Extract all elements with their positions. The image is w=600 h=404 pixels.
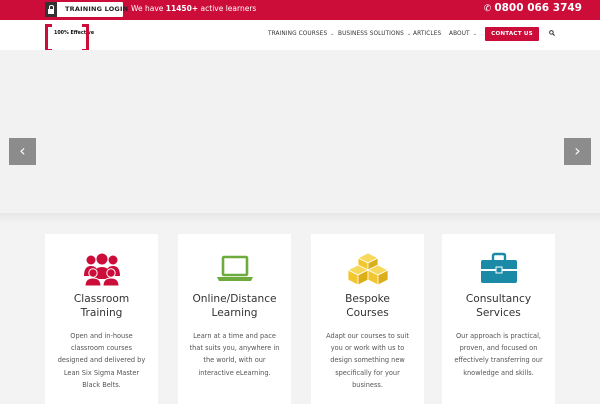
active-learners-text: We have 11450+ active learners xyxy=(131,4,257,13)
card-description: Open and in-house classroom courses design… xyxy=(57,332,146,389)
nav-business-solutions[interactable]: BUSINESS SOLUTIONS ⌄ xyxy=(338,31,411,37)
slider-prev-button[interactable]: ‹ xyxy=(9,138,36,165)
card-title: Online/Distance Learning xyxy=(192,293,277,319)
top-bar: TRAINING LOGIN We have 11450+ active lea… xyxy=(0,0,600,20)
learners-count: 11450+ xyxy=(165,4,199,13)
card-description: Our approach is practical, proven, and fo… xyxy=(454,332,543,377)
chevron-left-icon: ‹ xyxy=(19,141,26,160)
lock-icon xyxy=(45,2,57,17)
hero-slider: ‹ › xyxy=(0,50,600,213)
logo[interactable]: 100% Effective xyxy=(45,24,94,52)
search-icon[interactable] xyxy=(549,30,555,36)
phone-number[interactable]: ✆ 0800 066 3749 xyxy=(484,2,582,14)
card-title: Classroom Training xyxy=(73,293,130,319)
chevron-down-icon: ⌄ xyxy=(330,31,335,37)
chevron-down-icon: ⌄ xyxy=(472,31,477,37)
chevron-right-icon: › xyxy=(574,141,581,160)
laptop-icon xyxy=(217,255,253,281)
training-login-button[interactable]: TRAINING LOGIN xyxy=(45,2,128,17)
card-online-distance-learning[interactable]: Online/Distance Learning Learn at a time … xyxy=(178,234,291,404)
phone-icon: ✆ xyxy=(483,4,492,14)
contact-us-button[interactable]: CONTACT US xyxy=(485,27,539,41)
chevron-down-icon: ⌄ xyxy=(406,31,412,37)
card-title: Consultancy Services xyxy=(465,293,532,319)
nav-training-courses[interactable]: TRAINING COURSES ⌄ xyxy=(268,31,335,37)
card-classroom-training[interactable]: Classroom Training Open and in-house class… xyxy=(45,234,158,404)
nav-articles[interactable]: ARTICLES xyxy=(413,31,441,37)
card-description: Learn at a time and pace that suits you, … xyxy=(189,332,280,377)
card-consultancy-services[interactable]: Consultancy Services Our approach is prac… xyxy=(442,234,555,404)
card-description: Adapt our courses to suit you or work wit… xyxy=(326,332,409,389)
card-bespoke-courses[interactable]: Bespoke Courses Adapt our courses to suit… xyxy=(311,234,424,404)
briefcase-icon xyxy=(481,252,517,283)
slider-next-button[interactable]: › xyxy=(564,138,591,165)
training-login-label: TRAINING LOGIN xyxy=(65,5,129,13)
hero-divider xyxy=(0,213,600,223)
card-title: Bespoke Courses xyxy=(345,293,390,319)
boxes-icon xyxy=(348,252,388,286)
site-header: 100% Effective TRAINING COURSES ⌄ BUSINES… xyxy=(0,20,600,52)
nav-about[interactable]: ABOUT ⌄ xyxy=(449,31,477,37)
classroom-people-icon xyxy=(84,253,120,286)
